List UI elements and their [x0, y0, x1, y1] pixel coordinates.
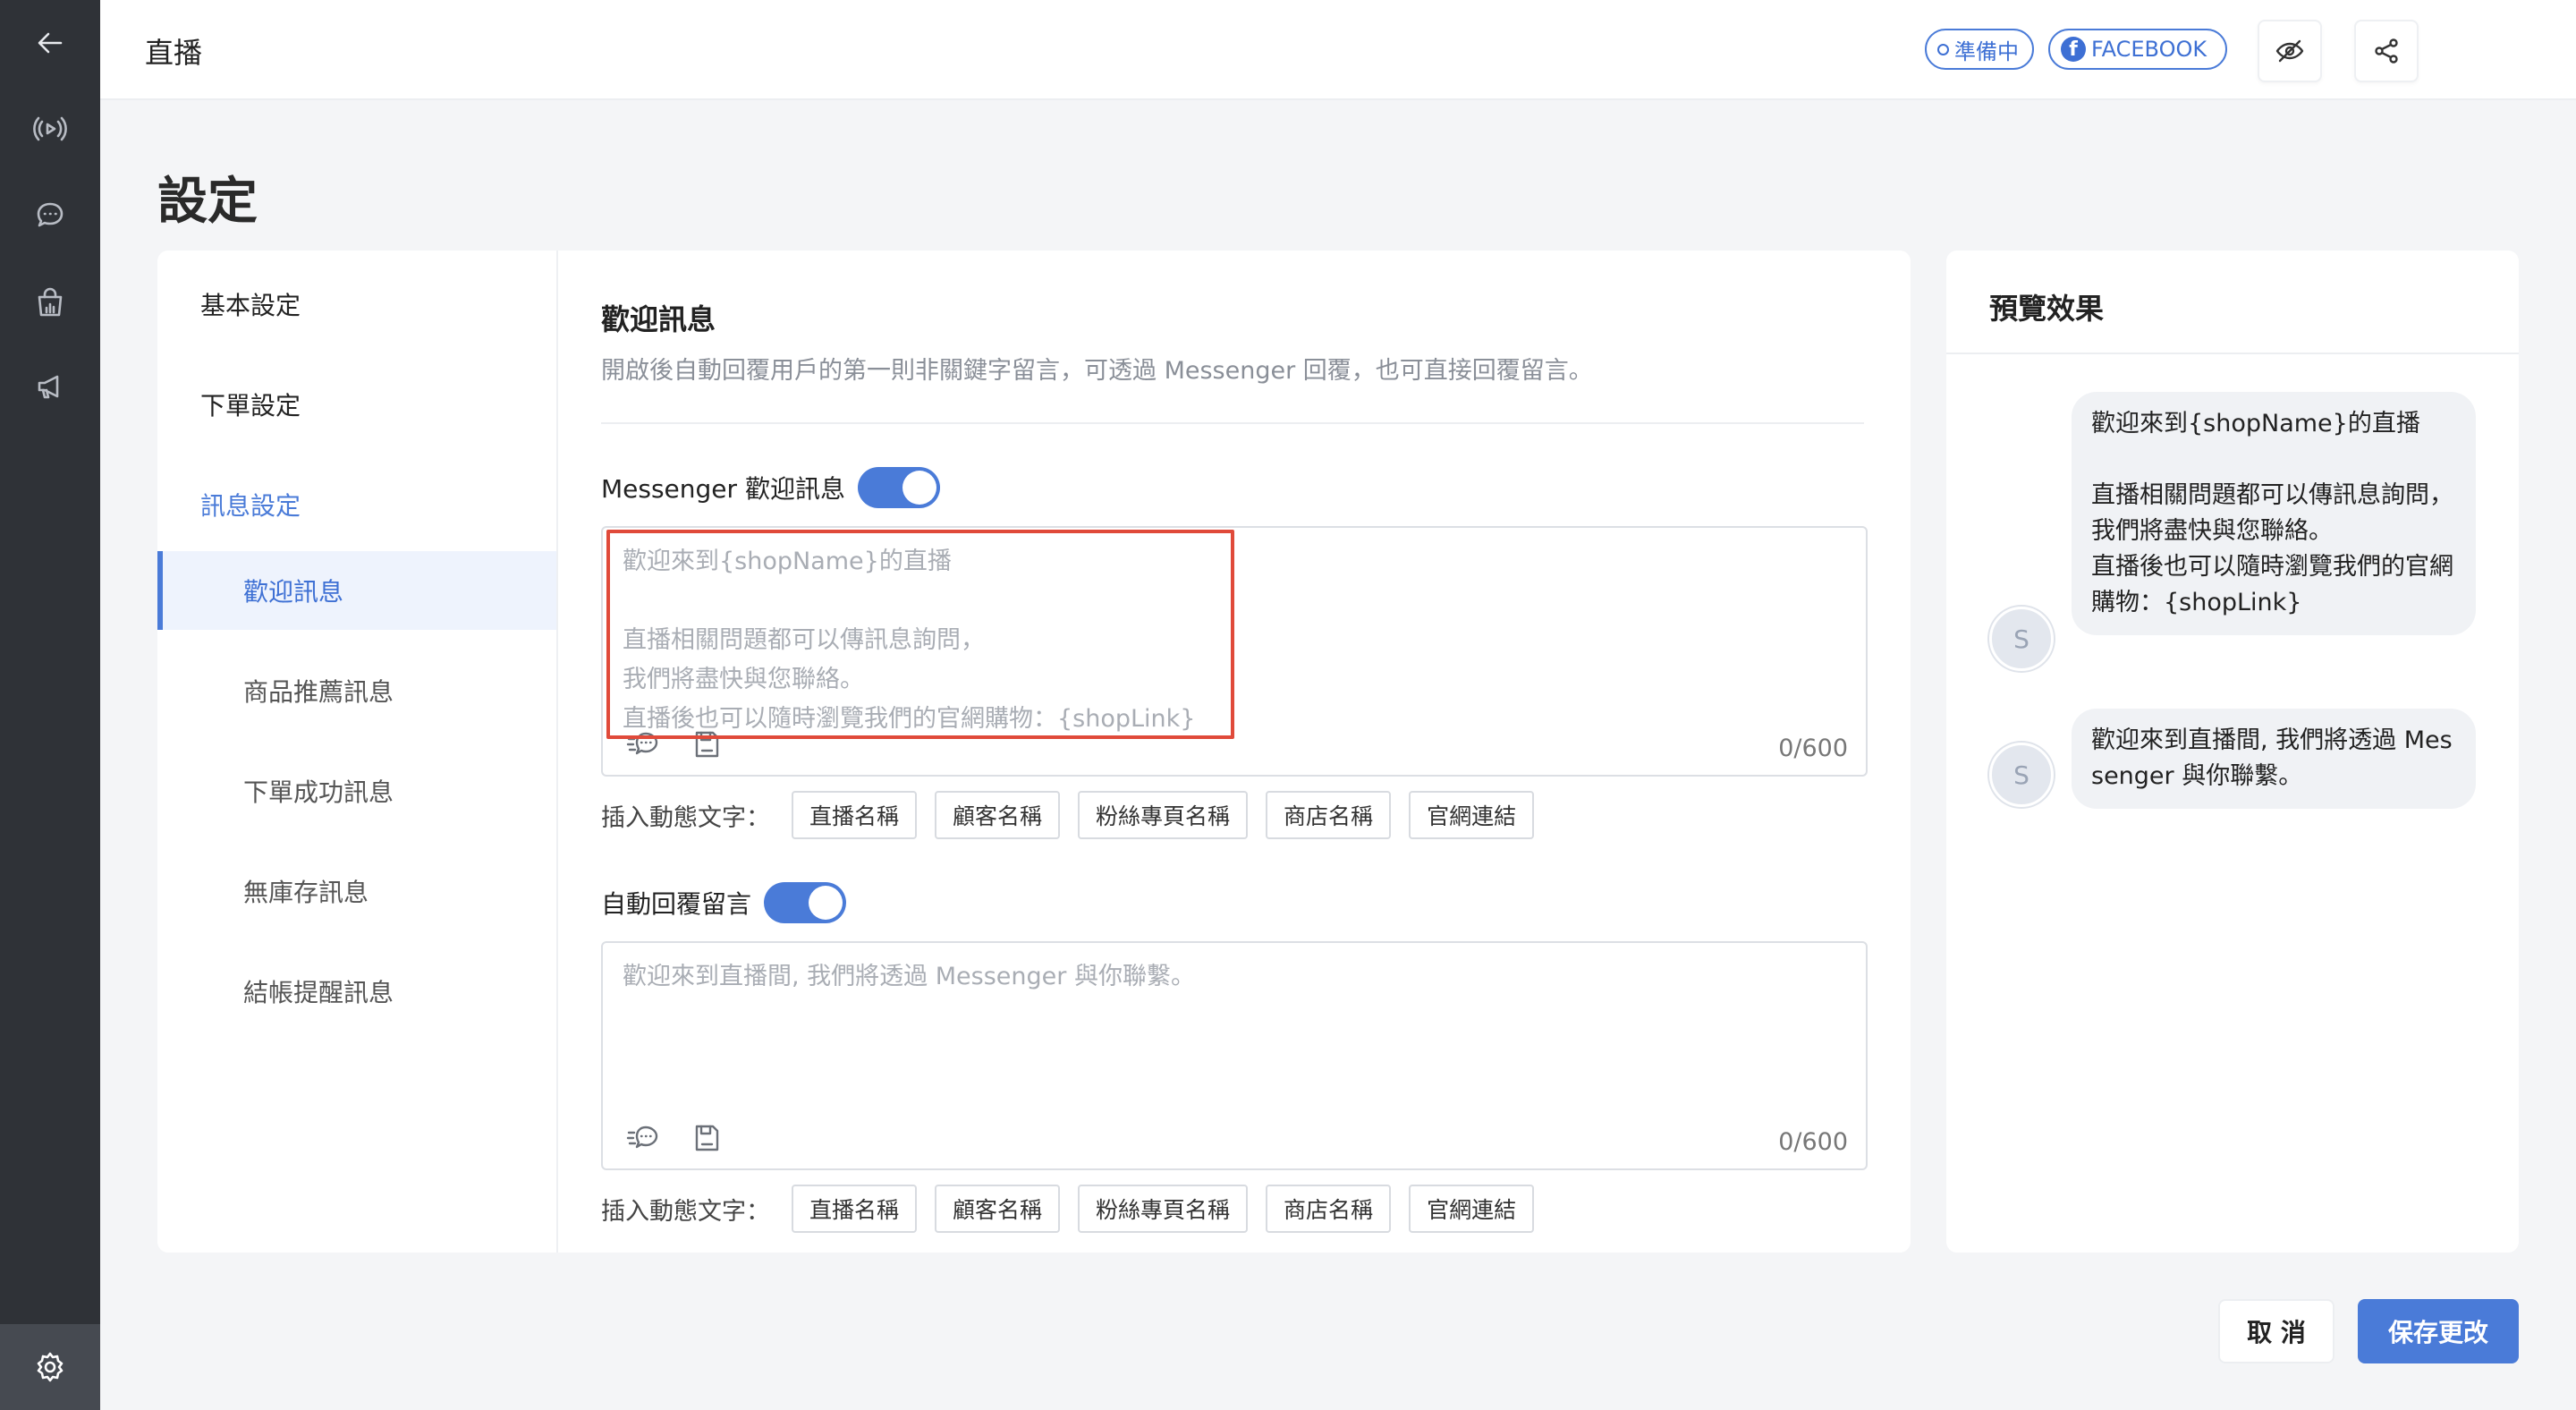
messenger-toolbar [626, 726, 724, 762]
preview-bubble-comment: 歡迎來到直播間, 我們將透過 Messenger 與你聯繫。 [2072, 709, 2476, 809]
chip-customer-name[interactable]: 顧客名稱 [935, 1185, 1061, 1233]
comment-toggle-row: 自動回覆留言 [601, 882, 847, 923]
hide-preview-button[interactable] [2258, 20, 2322, 82]
save-template-icon[interactable] [689, 1120, 724, 1156]
shopping-bag-icon[interactable] [0, 259, 100, 345]
divider [601, 422, 1864, 424]
nav-item-out-of-stock[interactable]: 無庫存訊息 [157, 852, 556, 930]
preview-title: 預覽效果 [1989, 292, 2105, 326]
section-description: 開啟後自動回覆用戶的第一則非關鍵字留言，可透過 Messenger 回覆，也可直… [601, 357, 1593, 385]
megaphone-icon[interactable] [0, 344, 100, 429]
facebook-icon: f [2061, 37, 2086, 62]
facebook-badge: f FACEBOOK [2048, 29, 2227, 70]
insert-label: 插入動態文字： [601, 803, 770, 832]
nav-item-basic[interactable]: 基本設定 [157, 265, 556, 344]
back-arrow-icon[interactable] [0, 0, 100, 86]
live-broadcast-icon[interactable] [0, 86, 100, 172]
share-icon [2375, 38, 2398, 64]
avatar: S [1989, 607, 2054, 671]
chip-customer-name[interactable]: 顧客名稱 [935, 791, 1061, 839]
left-rail [0, 0, 100, 1410]
messenger-toggle[interactable] [857, 467, 940, 508]
nav-item-message[interactable]: 訊息設定 [157, 465, 556, 544]
status-badge: 準備中 [1925, 29, 2034, 70]
platform-label: FACEBOOK [2091, 37, 2207, 62]
chat-bubble-icon[interactable] [0, 172, 100, 258]
avatar: S [1989, 743, 2054, 807]
save-template-icon[interactable] [689, 726, 724, 762]
quick-reply-icon[interactable] [626, 1120, 662, 1156]
settings-card: 基本設定 下單設定 訊息設定 歡迎訊息 商品推薦訊息 下單成功訊息 無庫存訊息 … [157, 251, 1911, 1253]
chip-shop-name[interactable]: 商店名稱 [1266, 791, 1392, 839]
nav-item-order-success[interactable]: 下單成功訊息 [157, 752, 556, 830]
section-title: 歡迎訊息 [601, 302, 716, 336]
comment-placeholder: 歡迎來到直播間, 我們將透過 Messenger 與你聯繫。 [623, 963, 1195, 990]
comment-char-counter: 0/600 [1778, 1128, 1848, 1156]
nav-item-welcome[interactable]: 歡迎訊息 [157, 551, 556, 630]
chip-fanpage-name[interactable]: 粉絲專頁名稱 [1078, 791, 1249, 839]
nav-item-product-recommend[interactable]: 商品推薦訊息 [157, 651, 556, 730]
messenger-textarea[interactable]: 歡迎來到{shopName}的直播 直播相關問題都可以傳訊息詢問， 我們將盡快與… [601, 526, 1868, 777]
chip-website-link[interactable]: 官網連結 [1409, 791, 1535, 839]
status-dot-icon [1937, 43, 1949, 55]
messenger-char-counter: 0/600 [1778, 735, 1848, 762]
chip-live-name[interactable]: 直播名稱 [792, 1185, 918, 1233]
cancel-button[interactable]: 取 消 [2218, 1299, 2334, 1363]
messenger-insert-row: 插入動態文字： 直播名稱 顧客名稱 粉絲專頁名稱 商店名稱 官網連結 [601, 791, 1535, 839]
quick-reply-icon[interactable] [626, 726, 662, 762]
divider [1946, 352, 2519, 354]
comment-toggle[interactable] [764, 882, 847, 923]
topbar-title: 直播 [145, 36, 203, 70]
comment-textarea[interactable]: 歡迎來到直播間, 我們將透過 Messenger 與你聯繫。 0/600 [601, 941, 1868, 1170]
comment-toolbar [626, 1120, 724, 1156]
insert-label: 插入動態文字： [601, 1197, 770, 1226]
chip-live-name[interactable]: 直播名稱 [792, 791, 918, 839]
nav-item-checkout-reminder[interactable]: 結帳提醒訊息 [157, 952, 556, 1031]
settings-nav: 基本設定 下單設定 訊息設定 歡迎訊息 商品推薦訊息 下單成功訊息 無庫存訊息 … [157, 251, 558, 1253]
status-label: 準備中 [1954, 38, 2019, 64]
chip-website-link[interactable]: 官網連結 [1409, 1185, 1535, 1233]
preview-bubble-messenger: 歡迎來到{shopName}的直播 直播相關問題都可以傳訊息詢問， 我們將盡快與… [2072, 392, 2476, 635]
chip-shop-name[interactable]: 商店名稱 [1266, 1185, 1392, 1233]
messenger-placeholder: 歡迎來到{shopName}的直播 直播相關問題都可以傳訊息詢問， 我們將盡快與… [623, 548, 1196, 733]
preview-panel: 預覽效果 歡迎來到{shopName}的直播 直播相關問題都可以傳訊息詢問， 我… [1946, 251, 2519, 1253]
eye-off-icon [2275, 39, 2304, 63]
page-title: 設定 [157, 173, 258, 231]
nav-item-order[interactable]: 下單設定 [157, 365, 556, 444]
messenger-toggle-row: Messenger 歡迎訊息 [601, 467, 940, 508]
comment-insert-row: 插入動態文字： 直播名稱 顧客名稱 粉絲專頁名稱 商店名稱 官網連結 [601, 1185, 1535, 1233]
comment-toggle-label: 自動回覆留言 [601, 889, 752, 919]
messenger-toggle-label: Messenger 歡迎訊息 [601, 474, 845, 504]
gear-icon[interactable] [0, 1324, 100, 1410]
chip-fanpage-name[interactable]: 粉絲專頁名稱 [1078, 1185, 1249, 1233]
share-button[interactable] [2354, 20, 2419, 82]
save-button[interactable]: 保存更改 [2358, 1299, 2519, 1363]
